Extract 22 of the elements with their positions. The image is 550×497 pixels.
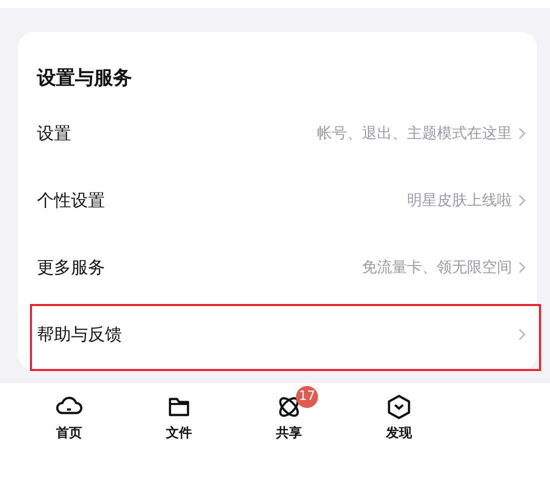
hexagon-icon bbox=[385, 393, 413, 421]
row-label: 设置 bbox=[37, 123, 72, 145]
row-label: 更多服务 bbox=[37, 257, 106, 279]
row-hint: 明星皮肤上线啦 bbox=[407, 191, 512, 210]
row-hint: 帐号、退出、主题模式在这里 bbox=[317, 124, 512, 143]
tab-item[interactable]: 文件 bbox=[148, 385, 210, 442]
chevron-right-icon bbox=[518, 328, 526, 341]
section-title: 设置与服务 bbox=[37, 66, 133, 91]
settings-row[interactable]: 设置 帐号、退出、主题模式在这里 bbox=[18, 100, 537, 167]
tab-item[interactable]: 首页 bbox=[38, 385, 100, 442]
settings-row[interactable]: 帮助与反馈 bbox=[18, 301, 537, 368]
count-badge: 17 bbox=[296, 386, 318, 408]
settings-row[interactable]: 个性设置 明星皮肤上线啦 bbox=[18, 167, 537, 234]
row-label: 个性设置 bbox=[37, 190, 106, 212]
row-hint: 免流量卡、领无限空间 bbox=[362, 258, 512, 277]
tab-item[interactable]: 共享 17 bbox=[258, 385, 320, 442]
chevron-right-icon bbox=[518, 194, 526, 207]
chevron-right-icon bbox=[518, 261, 526, 274]
chevron-right-icon bbox=[518, 127, 526, 140]
row-label: 帮助与反馈 bbox=[37, 324, 123, 346]
settings-row[interactable]: 更多服务 免流量卡、领无限空间 bbox=[18, 234, 537, 301]
tab-item[interactable]: 发现 bbox=[368, 385, 430, 442]
